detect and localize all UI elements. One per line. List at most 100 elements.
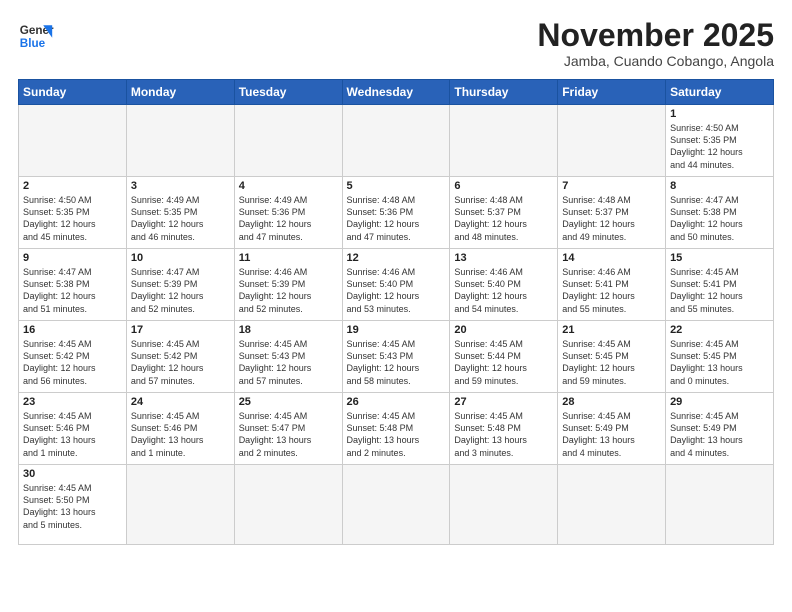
day-number: 20 bbox=[454, 324, 553, 336]
days-header-row: Sunday Monday Tuesday Wednesday Thursday… bbox=[19, 80, 774, 105]
calendar-cell: 8 Sunrise: 4:47 AM Sunset: 5:38 PM Daylig… bbox=[666, 177, 774, 249]
day-detail: Sunrise: 4:45 AM Sunset: 5:47 PM Dayligh… bbox=[239, 410, 338, 459]
day-number: 21 bbox=[562, 324, 661, 336]
day-number: 7 bbox=[562, 180, 661, 192]
calendar-cell bbox=[558, 465, 666, 545]
header-wednesday: Wednesday bbox=[342, 80, 450, 105]
svg-text:Blue: Blue bbox=[20, 37, 46, 50]
day-number: 8 bbox=[670, 180, 769, 192]
calendar-cell: 13Sunrise: 4:46 AM Sunset: 5:40 PM Dayli… bbox=[450, 249, 558, 321]
calendar-cell bbox=[558, 105, 666, 177]
day-detail: Sunrise: 4:45 AM Sunset: 5:41 PM Dayligh… bbox=[670, 266, 769, 315]
calendar-cell: 6Sunrise: 4:48 AM Sunset: 5:37 PM Daylig… bbox=[450, 177, 558, 249]
calendar-cell bbox=[342, 105, 450, 177]
calendar-cell bbox=[126, 105, 234, 177]
day-number: 26 bbox=[347, 396, 446, 408]
day-number: 25 bbox=[239, 396, 338, 408]
day-detail: Sunrise: 4:48 AM Sunset: 5:37 PM Dayligh… bbox=[562, 194, 661, 243]
calendar-cell: 18Sunrise: 4:45 AM Sunset: 5:43 PM Dayli… bbox=[234, 321, 342, 393]
calendar-cell bbox=[342, 465, 450, 545]
calendar-cell bbox=[19, 105, 127, 177]
calendar-cell: 14Sunrise: 4:46 AM Sunset: 5:41 PM Dayli… bbox=[558, 249, 666, 321]
calendar-cell: 21 Sunrise: 4:45 AM Sunset: 5:45 PM Dayli… bbox=[558, 321, 666, 393]
calendar-cell: 11Sunrise: 4:46 AM Sunset: 5:39 PM Dayli… bbox=[234, 249, 342, 321]
day-detail: Sunrise: 4:50 AM Sunset: 5:35 PM Dayligh… bbox=[23, 194, 122, 243]
calendar-cell bbox=[450, 465, 558, 545]
calendar-cell: 29 Sunrise: 4:45 AM Sunset: 5:49 PM Dayli… bbox=[666, 393, 774, 465]
calendar-cell bbox=[450, 105, 558, 177]
month-title: November 2025 bbox=[537, 18, 774, 53]
calendar-cell: 20 Sunrise: 4:45 AM Sunset: 5:44 PM Dayli… bbox=[450, 321, 558, 393]
calendar-cell bbox=[234, 105, 342, 177]
calendar-cell: 26 Sunrise: 4:45 AM Sunset: 5:48 PM Dayli… bbox=[342, 393, 450, 465]
day-detail: Sunrise: 4:45 AM Sunset: 5:46 PM Dayligh… bbox=[131, 410, 230, 459]
calendar-cell: 5 Sunrise: 4:48 AM Sunset: 5:36 PM Daylig… bbox=[342, 177, 450, 249]
calendar-cell: 7 Sunrise: 4:48 AM Sunset: 5:37 PM Daylig… bbox=[558, 177, 666, 249]
calendar-cell bbox=[234, 465, 342, 545]
day-number: 3 bbox=[131, 180, 230, 192]
calendar-cell: 30 Sunrise: 4:45 AM Sunset: 5:50 PM Dayli… bbox=[19, 465, 127, 545]
day-detail: Sunrise: 4:45 AM Sunset: 5:49 PM Dayligh… bbox=[562, 410, 661, 459]
day-detail: Sunrise: 4:47 AM Sunset: 5:38 PM Dayligh… bbox=[670, 194, 769, 243]
header-tuesday: Tuesday bbox=[234, 80, 342, 105]
day-number: 23 bbox=[23, 396, 122, 408]
day-detail: Sunrise: 4:47 AM Sunset: 5:39 PM Dayligh… bbox=[131, 266, 230, 315]
day-detail: Sunrise: 4:45 AM Sunset: 5:48 PM Dayligh… bbox=[454, 410, 553, 459]
day-number: 29 bbox=[670, 396, 769, 408]
calendar-cell: 23 Sunrise: 4:45 AM Sunset: 5:46 PM Dayli… bbox=[19, 393, 127, 465]
day-detail: Sunrise: 4:45 AM Sunset: 5:49 PM Dayligh… bbox=[670, 410, 769, 459]
day-detail: Sunrise: 4:45 AM Sunset: 5:50 PM Dayligh… bbox=[23, 482, 122, 531]
day-detail: Sunrise: 4:45 AM Sunset: 5:45 PM Dayligh… bbox=[562, 338, 661, 387]
day-detail: Sunrise: 4:45 AM Sunset: 5:42 PM Dayligh… bbox=[131, 338, 230, 387]
day-detail: Sunrise: 4:45 AM Sunset: 5:46 PM Dayligh… bbox=[23, 410, 122, 459]
header-friday: Friday bbox=[558, 80, 666, 105]
day-detail: Sunrise: 4:45 AM Sunset: 5:43 PM Dayligh… bbox=[239, 338, 338, 387]
day-detail: Sunrise: 4:50 AM Sunset: 5:35 PM Dayligh… bbox=[670, 122, 769, 171]
calendar-cell: 2Sunrise: 4:50 AM Sunset: 5:35 PM Daylig… bbox=[19, 177, 127, 249]
calendar-cell bbox=[126, 465, 234, 545]
day-detail: Sunrise: 4:47 AM Sunset: 5:38 PM Dayligh… bbox=[23, 266, 122, 315]
day-number: 16 bbox=[23, 324, 122, 336]
day-detail: Sunrise: 4:46 AM Sunset: 5:40 PM Dayligh… bbox=[347, 266, 446, 315]
header-saturday: Saturday bbox=[666, 80, 774, 105]
calendar-cell: 12 Sunrise: 4:46 AM Sunset: 5:40 PM Dayli… bbox=[342, 249, 450, 321]
day-number: 9 bbox=[23, 252, 122, 264]
header-sunday: Sunday bbox=[19, 80, 127, 105]
calendar-cell: 28 Sunrise: 4:45 AM Sunset: 5:49 PM Dayli… bbox=[558, 393, 666, 465]
day-detail: Sunrise: 4:49 AM Sunset: 5:35 PM Dayligh… bbox=[131, 194, 230, 243]
calendar-cell: 25 Sunrise: 4:45 AM Sunset: 5:47 PM Dayli… bbox=[234, 393, 342, 465]
calendar-cell: 22Sunrise: 4:45 AM Sunset: 5:45 PM Dayli… bbox=[666, 321, 774, 393]
calendar-cell: 9 Sunrise: 4:47 AM Sunset: 5:38 PM Daylig… bbox=[19, 249, 127, 321]
day-number: 12 bbox=[347, 252, 446, 264]
day-number: 15 bbox=[670, 252, 769, 264]
page: General Blue November 2025 Jamba, Cuando… bbox=[0, 0, 792, 612]
header: General Blue November 2025 Jamba, Cuando… bbox=[18, 18, 774, 69]
day-number: 4 bbox=[239, 180, 338, 192]
day-number: 6 bbox=[454, 180, 553, 192]
calendar-cell bbox=[666, 465, 774, 545]
day-detail: Sunrise: 4:49 AM Sunset: 5:36 PM Dayligh… bbox=[239, 194, 338, 243]
day-detail: Sunrise: 4:46 AM Sunset: 5:40 PM Dayligh… bbox=[454, 266, 553, 315]
day-number: 28 bbox=[562, 396, 661, 408]
day-number: 30 bbox=[23, 468, 122, 480]
day-number: 27 bbox=[454, 396, 553, 408]
day-number: 24 bbox=[131, 396, 230, 408]
day-number: 14 bbox=[562, 252, 661, 264]
calendar-cell: 24 Sunrise: 4:45 AM Sunset: 5:46 PM Dayli… bbox=[126, 393, 234, 465]
calendar-cell: 15 Sunrise: 4:45 AM Sunset: 5:41 PM Dayli… bbox=[666, 249, 774, 321]
day-detail: Sunrise: 4:45 AM Sunset: 5:42 PM Dayligh… bbox=[23, 338, 122, 387]
calendar-cell: 19Sunrise: 4:45 AM Sunset: 5:43 PM Dayli… bbox=[342, 321, 450, 393]
calendar-cell: 3 Sunrise: 4:49 AM Sunset: 5:35 PM Daylig… bbox=[126, 177, 234, 249]
day-detail: Sunrise: 4:45 AM Sunset: 5:44 PM Dayligh… bbox=[454, 338, 553, 387]
calendar-cell: 4 Sunrise: 4:49 AM Sunset: 5:36 PM Daylig… bbox=[234, 177, 342, 249]
day-detail: Sunrise: 4:48 AM Sunset: 5:36 PM Dayligh… bbox=[347, 194, 446, 243]
logo-icon: General Blue bbox=[18, 18, 54, 54]
header-thursday: Thursday bbox=[450, 80, 558, 105]
day-number: 5 bbox=[347, 180, 446, 192]
title-block: November 2025 Jamba, Cuando Cobango, Ang… bbox=[537, 18, 774, 69]
calendar-cell: 16 Sunrise: 4:45 AM Sunset: 5:42 PM Dayli… bbox=[19, 321, 127, 393]
day-detail: Sunrise: 4:45 AM Sunset: 5:48 PM Dayligh… bbox=[347, 410, 446, 459]
day-detail: Sunrise: 4:46 AM Sunset: 5:39 PM Dayligh… bbox=[239, 266, 338, 315]
calendar-table: Sunday Monday Tuesday Wednesday Thursday… bbox=[18, 79, 774, 545]
subtitle: Jamba, Cuando Cobango, Angola bbox=[537, 53, 774, 69]
